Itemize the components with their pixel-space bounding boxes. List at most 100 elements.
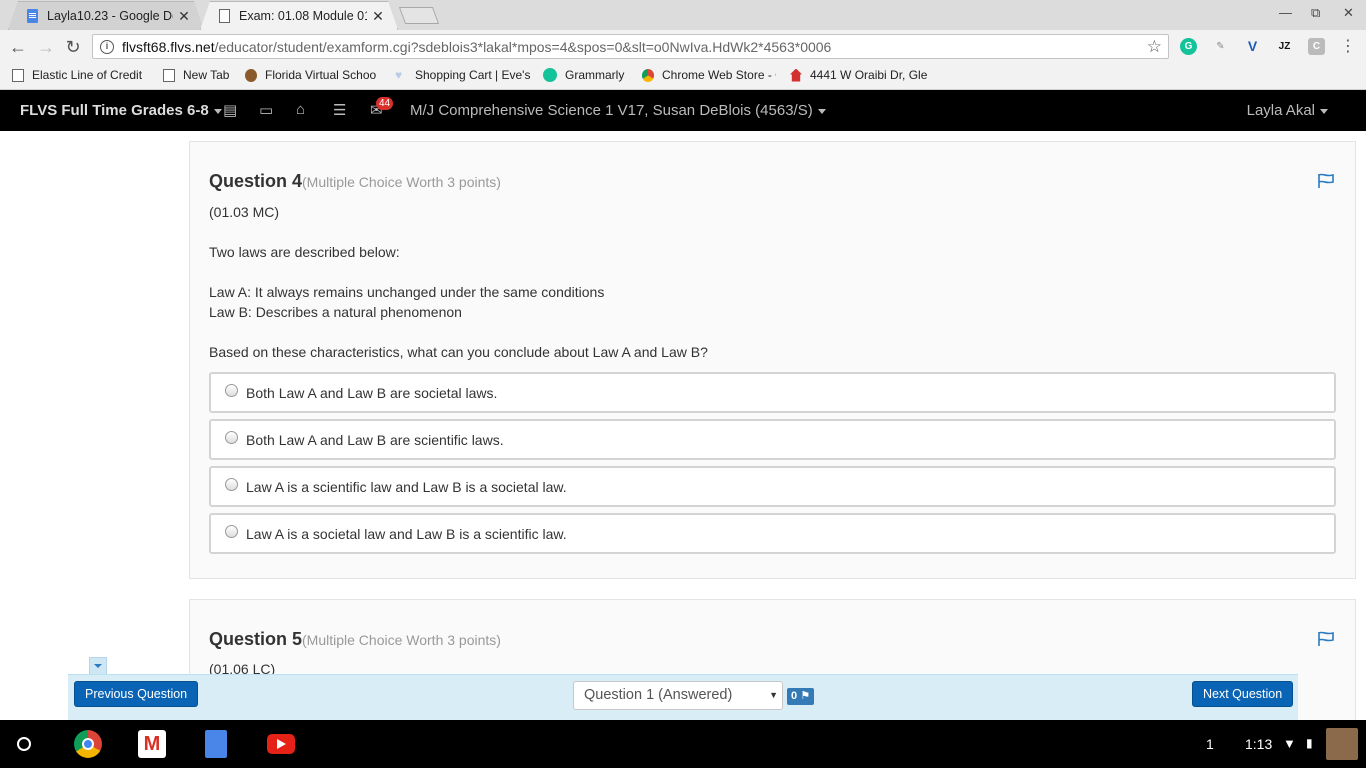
home-icon[interactable]: ⌂ xyxy=(296,101,305,118)
question-title: Question 5(Multiple Choice Worth 3 point… xyxy=(209,629,501,650)
question-meta: (Multiple Choice Worth 3 points) xyxy=(302,632,501,648)
jz-extension-icon[interactable]: JZ xyxy=(1276,38,1293,55)
chevron-down-icon xyxy=(94,664,102,668)
info-icon[interactable]: i xyxy=(100,39,114,54)
bookmark-item[interactable]: Grammarly xyxy=(543,68,631,82)
radio-button[interactable] xyxy=(225,384,238,397)
bookmark-label: Elastic Line of Credit xyxy=(32,68,143,82)
browser-tabstrip: Layla10.23 - Google Doc ✕ Exam: 01.08 Mo… xyxy=(0,0,1366,30)
book-icon[interactable]: ▤ xyxy=(223,101,237,119)
radio-button[interactable] xyxy=(225,525,238,538)
avatar[interactable] xyxy=(1326,728,1358,760)
window-close-icon[interactable]: ✕ xyxy=(1343,5,1354,21)
flag-icon: ⚑ xyxy=(800,690,811,702)
bookmark-item[interactable]: Elastic Line of Credit xyxy=(12,68,145,82)
bookmark-label: 4441 W Oraibi Dr, Gle xyxy=(810,68,928,82)
question-navigation-bar: Previous Question Question 1 (Answered) … xyxy=(68,674,1298,720)
menu-dots-icon[interactable]: ⋮ xyxy=(1338,37,1358,57)
youtube-icon[interactable] xyxy=(267,734,295,754)
user-menu[interactable]: Layla Akal xyxy=(1247,102,1328,119)
google-docs-icon[interactable] xyxy=(205,730,227,758)
chrome-icon[interactable] xyxy=(74,730,102,758)
launcher-icon[interactable] xyxy=(17,737,31,751)
page-icon xyxy=(12,68,24,82)
tab-exam[interactable]: Exam: 01.08 Module 01 ✕ xyxy=(200,1,398,30)
radio-button[interactable] xyxy=(225,478,238,491)
brand-label: FLVS Full Time Grades 6-8 xyxy=(20,102,209,119)
user-name: Layla Akal xyxy=(1246,102,1315,119)
bookmark-item[interactable]: Florida Virtual Schoo xyxy=(245,68,381,82)
maximize-icon[interactable]: ⧉ xyxy=(1311,5,1320,21)
address-bar[interactable]: i flvsft68.flvs.net/educator/student/exa… xyxy=(92,34,1169,59)
paint-extension-icon[interactable]: ✎ xyxy=(1212,38,1229,55)
inbox-icon[interactable]: ▭ xyxy=(259,101,273,119)
bookmarks-bar: Elastic Line of Credit New Tab Florida V… xyxy=(0,64,1366,90)
brand-dropdown[interactable]: FLVS Full Time Grades 6-8 xyxy=(20,102,222,119)
c-extension-icon[interactable]: C xyxy=(1308,38,1325,55)
minimize-icon[interactable]: — xyxy=(1279,5,1292,20)
answer-label: Law A is a scientific law and Law B is a… xyxy=(246,478,567,495)
answer-label: Both Law A and Law B are societal laws. xyxy=(246,384,498,401)
new-tab-button[interactable] xyxy=(398,7,440,24)
law-a-text: Law A: It always remains unchanged under… xyxy=(209,284,605,300)
flag-icon[interactable] xyxy=(1317,631,1335,647)
v-extension-icon[interactable]: V xyxy=(1244,38,1261,55)
answer-option[interactable]: Both Law A and Law B are societal laws. xyxy=(209,372,1336,413)
close-icon[interactable]: ✕ xyxy=(371,8,385,25)
clock[interactable]: 1:13 xyxy=(1245,736,1272,752)
bookmark-item[interactable]: 4441 W Oraibi Dr, Gle xyxy=(790,68,930,82)
flag-count-badge[interactable]: 0 ⚑ xyxy=(787,688,815,705)
question-meta: (Multiple Choice Worth 3 points) xyxy=(302,174,501,190)
os-shelf: M 1 1:13 ▼ ▮ xyxy=(0,720,1366,768)
answer-option[interactable]: Law A is a scientific law and Law B is a… xyxy=(209,466,1336,507)
flvs-owl-icon xyxy=(245,68,257,82)
bookmark-item[interactable]: Chrome Web Store - C xyxy=(642,68,776,82)
heart-icon: ♥ xyxy=(395,68,403,82)
notification-count[interactable]: 1 xyxy=(1206,736,1214,752)
grammarly-extension-icon[interactable]: G xyxy=(1180,38,1197,55)
gmail-icon[interactable]: M xyxy=(138,730,166,758)
radio-button[interactable] xyxy=(225,431,238,444)
law-b-text: Law B: Describes a natural phenomenon xyxy=(209,304,462,320)
battery-icon[interactable]: ▮ xyxy=(1306,736,1313,750)
question-select[interactable]: Question 1 (Answered) ▼ xyxy=(573,681,783,710)
chrome-web-store-icon xyxy=(642,68,654,82)
bookmark-label: Chrome Web Store - C xyxy=(662,68,776,82)
bookmark-label: Shopping Cart | Eve's xyxy=(415,68,530,82)
bookmark-star-icon[interactable]: ☆ xyxy=(1147,37,1162,57)
list-icon[interactable]: ☰ xyxy=(333,101,346,119)
back-icon[interactable]: ← xyxy=(8,37,28,57)
bookmark-item[interactable]: New Tab xyxy=(163,68,233,82)
flag-icon[interactable] xyxy=(1317,173,1335,189)
flag-count: 0 xyxy=(791,690,798,702)
bookmark-label: Grammarly xyxy=(565,68,625,82)
answer-option[interactable]: Law A is a societal law and Law B is a s… xyxy=(209,513,1336,554)
tab-title: Layla10.23 - Google Doc xyxy=(47,9,173,23)
close-icon[interactable]: ✕ xyxy=(177,8,191,25)
bookmark-item[interactable]: ♥ Shopping Cart | Eve's xyxy=(395,68,530,82)
question-code: (01.03 MC) xyxy=(209,204,280,220)
tab-google-doc[interactable]: Layla10.23 - Google Doc ✕ xyxy=(8,1,204,30)
question-panel: Question 4(Multiple Choice Worth 3 point… xyxy=(189,141,1356,579)
question-number: Question 5 xyxy=(209,629,303,649)
bookmark-label: New Tab xyxy=(183,68,230,82)
forward-icon[interactable]: → xyxy=(36,37,56,57)
grammarly-icon xyxy=(543,68,557,82)
url-host: flvsft68.flvs.net xyxy=(122,38,215,55)
question-number: Question 4 xyxy=(209,171,303,191)
course-dropdown[interactable]: M/J Comprehensive Science 1 V17, Susan D… xyxy=(410,102,826,119)
bookmark-label: Florida Virtual Schoo xyxy=(265,68,377,82)
question-title: Question 4(Multiple Choice Worth 3 point… xyxy=(209,171,501,192)
tab-title: Exam: 01.08 Module 01 xyxy=(239,9,367,23)
browser-toolbar: ← → ↻ i flvsft68.flvs.net/educator/stude… xyxy=(0,30,1366,64)
dropdown-arrow-icon: ▼ xyxy=(769,690,778,700)
course-label: M/J Comprehensive Science 1 V17, Susan D… xyxy=(410,102,813,119)
answer-label: Law A is a societal law and Law B is a s… xyxy=(246,525,567,542)
page-icon xyxy=(163,68,175,82)
wifi-icon[interactable]: ▼ xyxy=(1283,736,1296,751)
next-question-button[interactable]: Next Question xyxy=(1192,681,1294,707)
reload-icon[interactable]: ↻ xyxy=(63,37,83,57)
previous-question-button[interactable]: Previous Question xyxy=(74,681,199,707)
answer-option[interactable]: Both Law A and Law B are scientific laws… xyxy=(209,419,1336,460)
collapse-toggle[interactable] xyxy=(89,657,107,675)
